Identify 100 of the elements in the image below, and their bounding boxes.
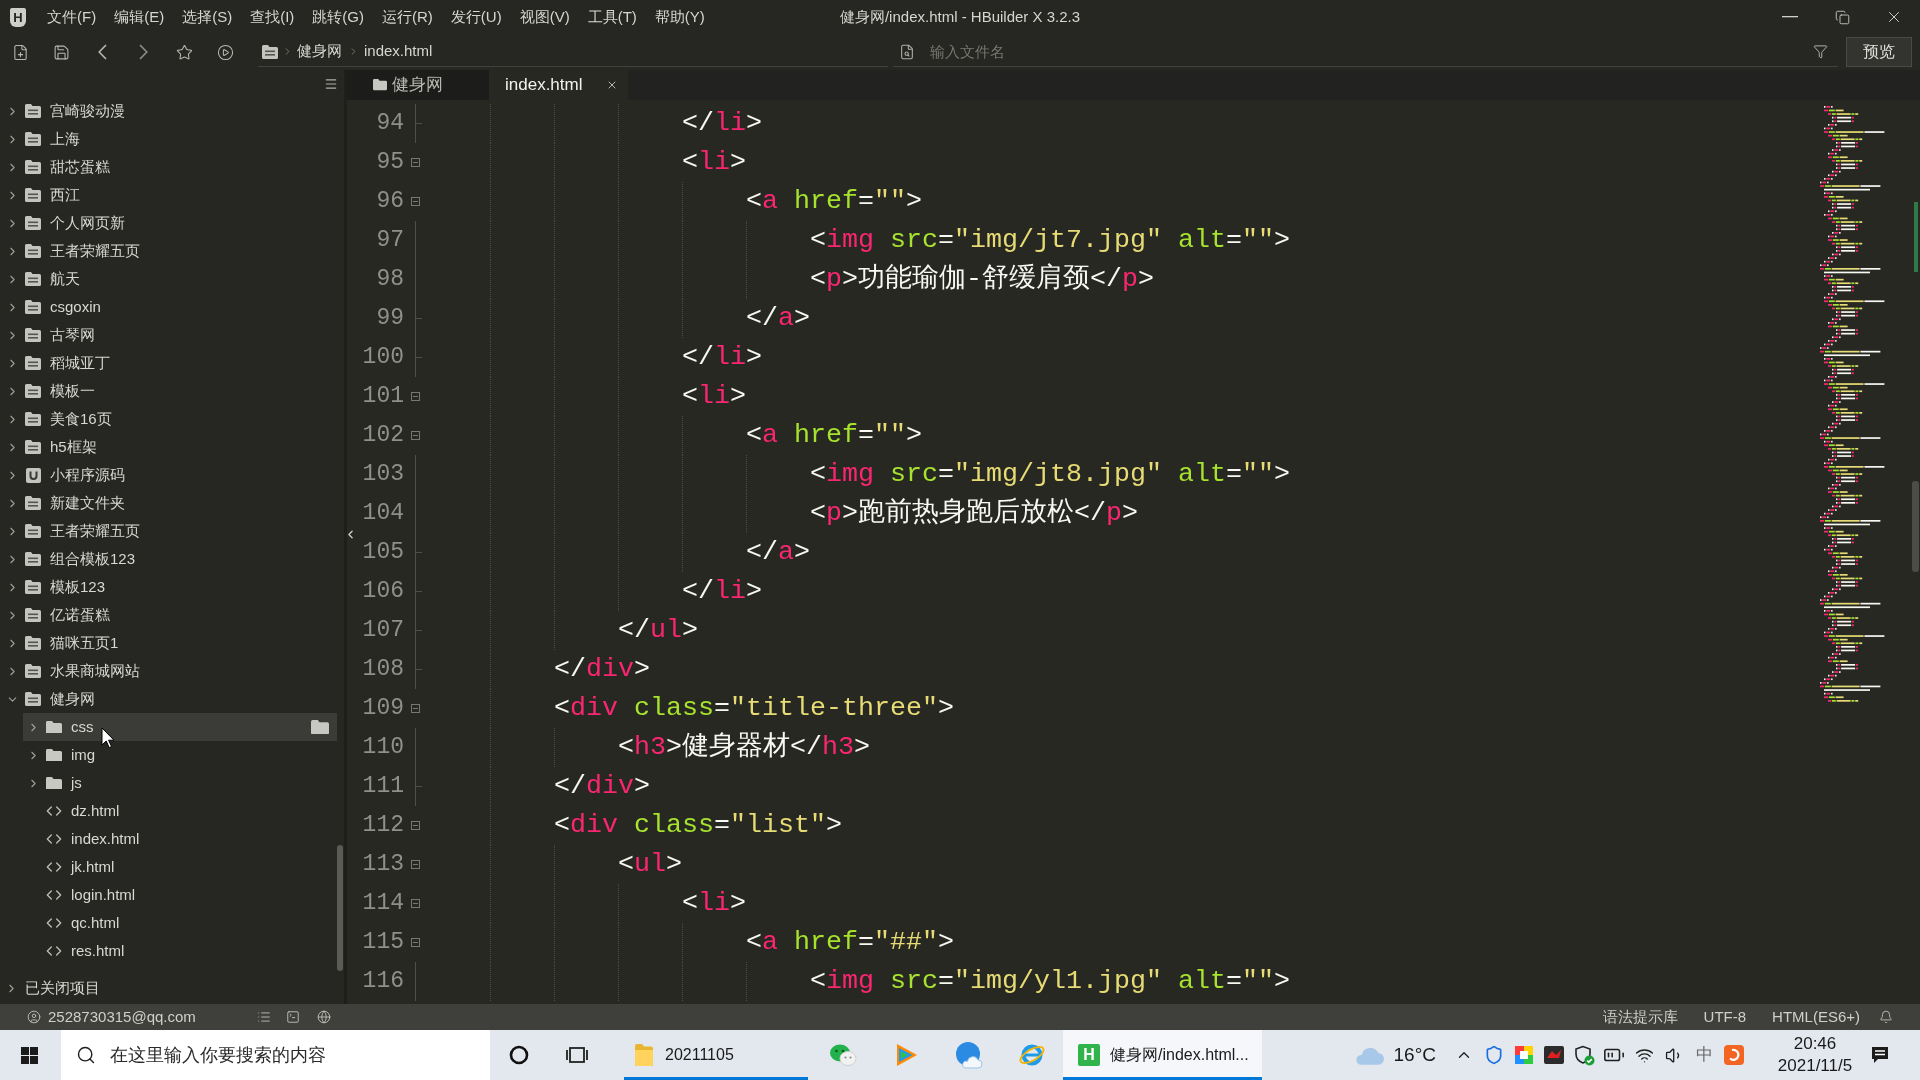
swirl-tile-icon[interactable] [1724, 1045, 1744, 1065]
tree-item[interactable]: 个人网页新 [2, 209, 125, 237]
menu-item[interactable]: 发行(U) [450, 5, 502, 29]
bell-icon[interactable] [1879, 1010, 1893, 1024]
menu-item[interactable]: 文件(F) [47, 5, 97, 29]
scrollbar-thumb[interactable] [1912, 481, 1919, 572]
minus-box-icon[interactable] [411, 431, 420, 440]
menu-item[interactable]: 视图(V) [519, 5, 570, 29]
editor-tab[interactable]: 健身网 [347, 70, 489, 100]
project-folder-icon [25, 328, 41, 342]
tree-item[interactable]: 模板123 [2, 573, 106, 601]
menu-item[interactable]: 选择(S) [182, 5, 233, 29]
code-line: <a href="##"> [746, 926, 954, 959]
tree-item[interactable]: 甜芯蛋糕 [2, 153, 110, 181]
tree-item[interactable]: 王者荣耀五页 [2, 237, 140, 265]
taskbar-button[interactable]: 20211105 [624, 1030, 808, 1080]
tree-item[interactable]: index.html [23, 825, 140, 853]
tree-item[interactable]: 航天 [2, 265, 80, 293]
tree-item[interactable]: 亿诺蛋糕 [2, 601, 110, 629]
weather-temperature: 16°C [1393, 1042, 1436, 1067]
code-line: </a> [746, 302, 810, 335]
tree-item[interactable]: css [23, 713, 337, 741]
line-number: 101 [361, 382, 404, 411]
menu-item[interactable]: 帮助(Y) [654, 5, 705, 29]
menu-item[interactable]: 运行(R) [382, 5, 433, 29]
tree-item[interactable]: 古琴网 [2, 321, 95, 349]
closed-projects-header[interactable]: 已关闭项目 [0, 976, 100, 1000]
code-line: </a> [746, 536, 810, 569]
tree-item[interactable]: 上海 [2, 125, 80, 153]
preview-button[interactable]: 预览 [1846, 37, 1912, 67]
tree-item[interactable]: 新建文件夹 [2, 489, 125, 517]
folder-icon [634, 1044, 654, 1066]
code-line: <img src="img/yl1.jpg" alt=""> [810, 965, 1290, 998]
project-folder-icon [25, 244, 41, 258]
tree-item[interactable]: dz.html [23, 797, 120, 825]
line-number: 97 [375, 226, 404, 255]
minus-box-icon[interactable] [411, 704, 420, 713]
tree-item[interactable]: js [23, 769, 82, 797]
menu-item[interactable]: 工具(T) [587, 5, 637, 29]
code-line: <li> [682, 380, 746, 413]
project-folder-icon [25, 496, 41, 510]
code-icon [46, 887, 62, 903]
menu-item[interactable]: 跳转(G) [312, 5, 364, 29]
tree-item[interactable]: res.html [23, 937, 125, 965]
scrollbar-thumb[interactable] [337, 845, 343, 971]
shield-check-icon[interactable] [1573, 1044, 1595, 1066]
project-folder-icon [25, 272, 41, 286]
minus-box-icon[interactable] [411, 860, 420, 869]
editor-tab[interactable]: index.html [489, 70, 629, 100]
menu-item[interactable]: 编辑(E) [114, 5, 165, 29]
breadcrumb-item[interactable]: index.html [364, 40, 433, 63]
globe-icon[interactable] [316, 1010, 331, 1024]
tree-item[interactable]: login.html [23, 881, 136, 909]
minus-box-icon[interactable] [411, 392, 420, 401]
tree-item[interactable]: 水果商城网站 [2, 657, 140, 685]
menu-icon[interactable] [324, 76, 338, 91]
tree-item[interactable]: 宫崎骏动漫 [2, 97, 125, 125]
tree-item[interactable]: 健身网 [2, 685, 95, 713]
line-number: 94 [375, 109, 404, 138]
notification-icon[interactable] [1870, 1045, 1890, 1065]
folder-icon[interactable] [311, 719, 329, 735]
taskbar-button[interactable]: H 健身网/index.html... [1063, 1030, 1262, 1080]
minus-box-icon[interactable] [411, 158, 420, 167]
minus-box-icon[interactable] [411, 821, 420, 830]
minus-box-icon[interactable] [411, 938, 420, 947]
project-folder-icon [25, 552, 41, 566]
shield-icon[interactable] [1484, 1045, 1504, 1065]
tree-item[interactable]: qc.html [23, 909, 120, 937]
tree-item[interactable]: jk.html [23, 853, 115, 881]
tree-item[interactable]: 组合模板123 [2, 545, 136, 573]
status-item[interactable]: 语法提示库 [1602, 1005, 1678, 1029]
project-folder-icon [25, 356, 41, 370]
tree-item[interactable]: 猫咪五页1 [2, 629, 119, 657]
search-field[interactable]: 在这里输入你要搜索的内容 [61, 1030, 490, 1080]
tree-item[interactable]: img [23, 741, 96, 769]
tree-item[interactable]: 稻城亚丁 [2, 349, 110, 377]
mosaic-tile-icon[interactable] [1515, 1046, 1533, 1064]
back-icon [98, 44, 107, 60]
file-search-field[interactable]: 输入文件名 [893, 37, 1802, 66]
status-item[interactable]: HTML(ES6+) [1772, 1005, 1860, 1029]
code-icon [46, 831, 62, 847]
minus-box-icon[interactable] [411, 197, 420, 206]
code-icon [46, 943, 62, 959]
tree-item[interactable]: 美食16页 [2, 405, 112, 433]
breadcrumb-item[interactable]: 健身网 [297, 40, 342, 63]
tree-item[interactable]: h5框架 [2, 433, 97, 461]
minus-box-icon[interactable] [411, 899, 420, 908]
tree-item[interactable]: 王者荣耀五页 [2, 517, 140, 545]
tree-item[interactable]: 模板一 [2, 377, 95, 405]
tree-item[interactable]: 西江 [2, 181, 80, 209]
zigzag-tile-icon[interactable] [1544, 1046, 1564, 1064]
terminal-icon[interactable] [285, 1010, 300, 1024]
menu-item[interactable]: 查找(I) [250, 5, 295, 29]
tree-item[interactable]: 小程序源码 [2, 461, 125, 489]
clock-time: 20:46 [1793, 1033, 1837, 1055]
ime-indicator[interactable]: 中 [1695, 1042, 1713, 1068]
project-folder-icon [25, 160, 41, 174]
list-icon[interactable] [256, 1010, 271, 1024]
tree-item[interactable]: csgoxin [2, 293, 101, 321]
status-item[interactable]: UTF-8 [1703, 1005, 1747, 1029]
